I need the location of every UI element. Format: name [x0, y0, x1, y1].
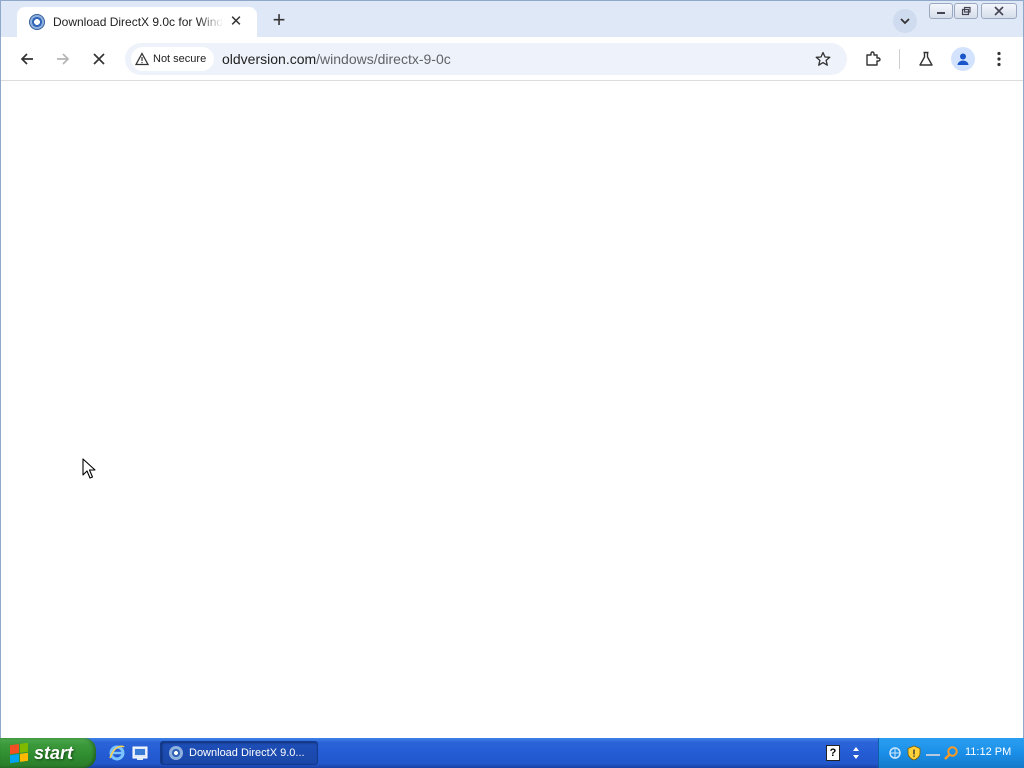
windows-logo-icon: [10, 742, 28, 764]
bookmark-star-icon: [815, 51, 831, 66]
forward-icon: [57, 53, 70, 65]
bookmark-button[interactable]: [811, 47, 835, 71]
browser-toolbar: Not secure oldversion.com/windows/direct…: [1, 37, 1023, 81]
system-tray: 11:12 PM: [878, 738, 1024, 768]
warning-icon: [135, 52, 149, 66]
mouse-cursor-icon: [82, 458, 96, 479]
network-icon[interactable]: [887, 745, 903, 761]
search-icon[interactable]: [943, 745, 959, 761]
show-desktop-icon[interactable]: [131, 744, 149, 762]
window-restore-button[interactable]: [954, 3, 978, 19]
page-content-area[interactable]: [1, 82, 1023, 738]
labs-flask-icon: [919, 51, 933, 66]
task-label: Download DirectX 9.0...: [189, 747, 305, 759]
back-button[interactable]: [15, 47, 39, 71]
browser-menu-button[interactable]: [987, 47, 1011, 71]
toolbar-separator: [899, 49, 900, 69]
extensions-button[interactable]: [861, 47, 885, 71]
security-shield-icon[interactable]: [906, 745, 922, 761]
extensions-icon: [866, 51, 881, 66]
chevron-down-icon: [900, 18, 910, 25]
window-close-button[interactable]: [981, 3, 1017, 19]
url-host: oldversion.com: [222, 51, 317, 67]
tab-title: Download DirectX 9.0c for Windows: [53, 15, 223, 29]
expand-tray-icon[interactable]: [850, 744, 862, 762]
tab-close-icon[interactable]: ✕: [227, 13, 245, 31]
security-label: Not secure: [153, 53, 207, 65]
window-minimize-button[interactable]: [929, 3, 953, 19]
browser-window: Download DirectX 9.0c for Windows ✕ +: [0, 0, 1024, 738]
windows-taskbar: start Download DirectX 9.0... ? 11:12 PM: [0, 738, 1024, 768]
browser-task-icon: [169, 746, 183, 760]
minimize-icon: [937, 12, 945, 14]
back-icon: [20, 53, 33, 65]
help-icon[interactable]: ?: [826, 745, 840, 761]
system-clock: 11:12 PM: [965, 746, 1012, 758]
url-path: /windows/directx-9-0c: [316, 51, 451, 67]
forward-button[interactable]: [51, 47, 75, 71]
labs-button[interactable]: [914, 47, 938, 71]
url-text[interactable]: oldversion.com/windows/directx-9-0c: [222, 51, 451, 67]
tab-strip: Download DirectX 9.0c for Windows ✕ +: [1, 1, 1023, 37]
profile-button[interactable]: [951, 47, 975, 71]
security-chip[interactable]: Not secure: [131, 47, 215, 71]
profile-icon: [957, 53, 969, 65]
new-tab-button[interactable]: +: [267, 9, 291, 33]
close-icon: [994, 6, 1004, 16]
stop-loading-button[interactable]: [87, 47, 111, 71]
taskbar-button-browser[interactable]: Download DirectX 9.0...: [160, 741, 318, 765]
site-favicon-icon: [29, 14, 45, 30]
internet-explorer-icon[interactable]: [108, 744, 126, 762]
restore-icon: [961, 6, 971, 16]
stop-icon: [93, 53, 105, 65]
start-button[interactable]: start: [0, 738, 96, 768]
network-cable-icon[interactable]: [925, 745, 941, 761]
menu-kebab-icon: [997, 51, 1001, 67]
updown-arrows-icon: [853, 747, 859, 759]
browser-tab-directx[interactable]: Download DirectX 9.0c for Windows ✕: [17, 7, 257, 37]
start-label: start: [34, 742, 74, 763]
tab-search-button[interactable]: [893, 9, 917, 33]
address-bar[interactable]: Not secure oldversion.com/windows/direct…: [125, 43, 847, 75]
